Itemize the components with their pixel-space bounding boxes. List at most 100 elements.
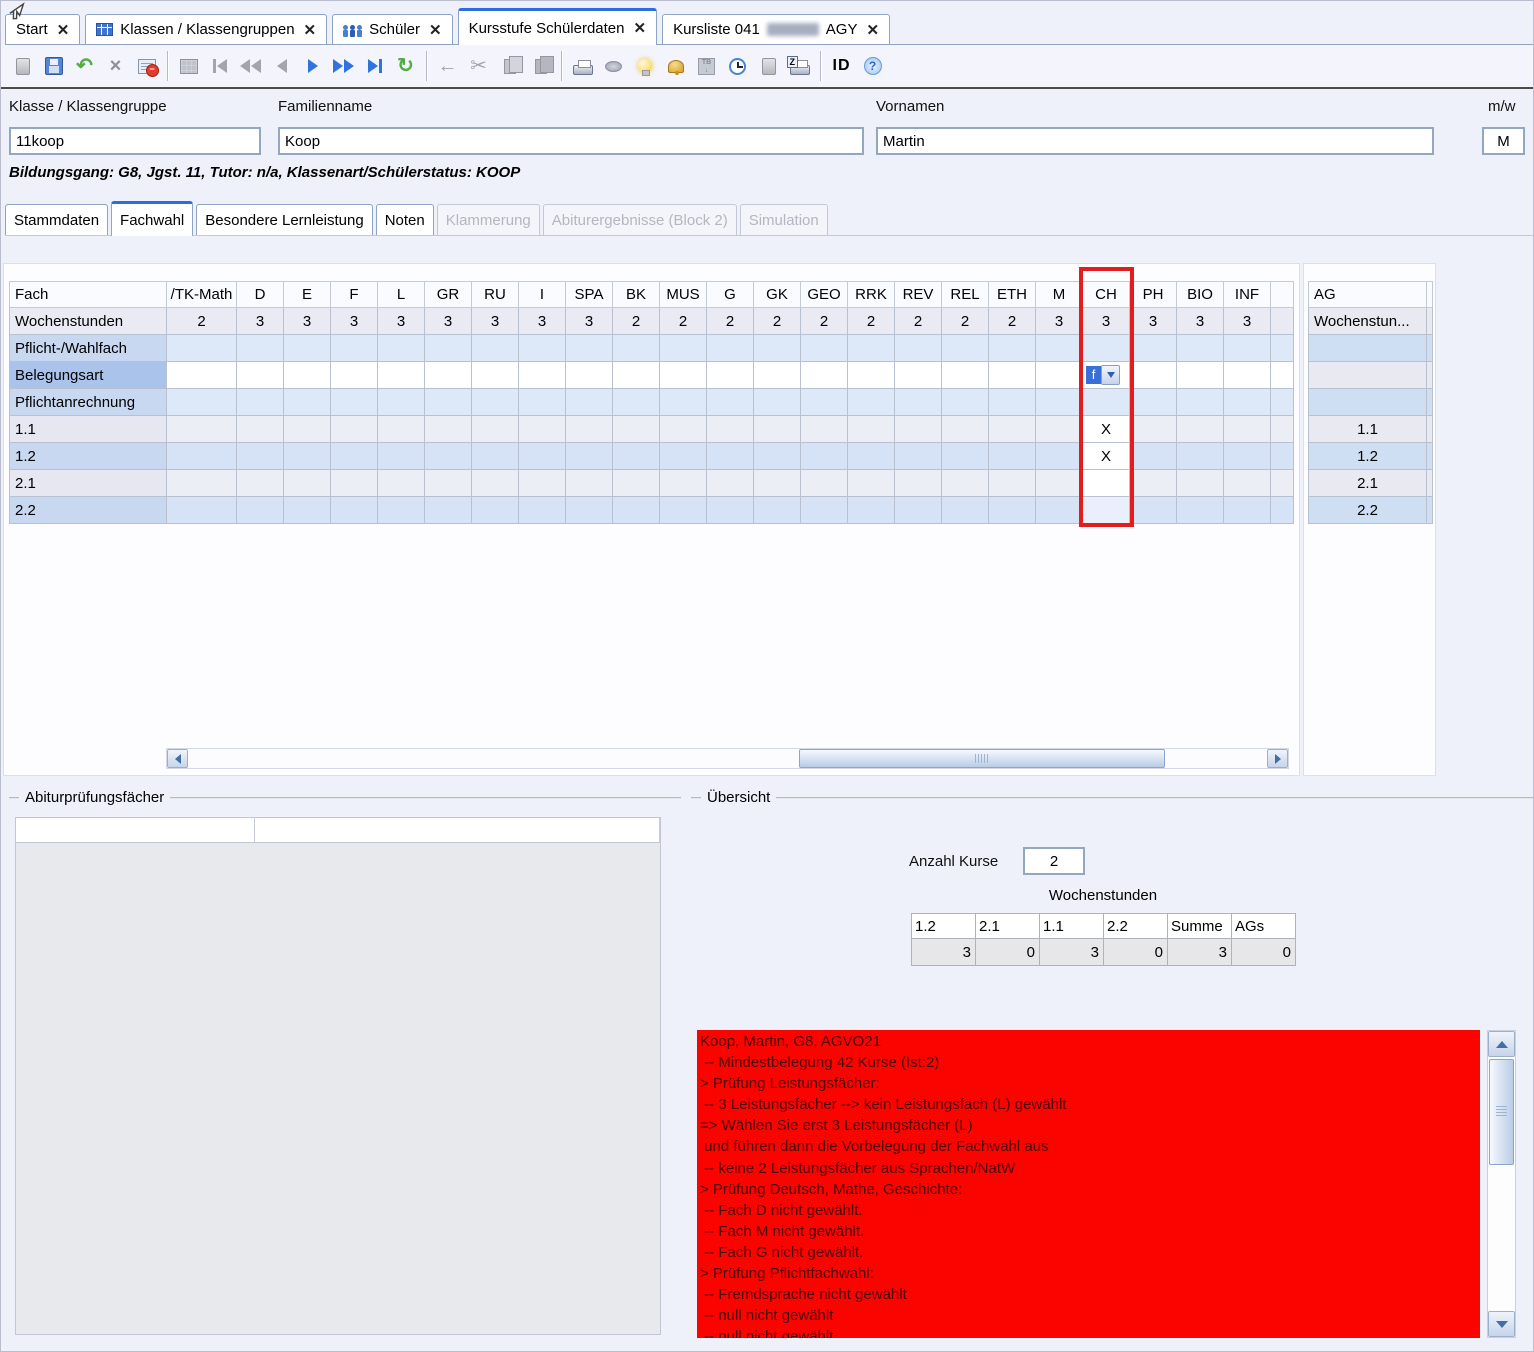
grid-cell[interactable] — [848, 362, 895, 389]
grid-cell[interactable] — [237, 497, 284, 524]
grid-cell[interactable]: 2 — [848, 308, 895, 335]
anzahl-kurse-value[interactable]: 2 — [1023, 847, 1085, 875]
grid-cell[interactable] — [707, 389, 754, 416]
ag-cell[interactable]: 2.2 — [1309, 497, 1427, 524]
grid-cell[interactable] — [707, 470, 754, 497]
grid-cell[interactable] — [660, 335, 707, 362]
column-header-d[interactable]: D — [237, 282, 284, 308]
grid-cell[interactable] — [1036, 362, 1083, 389]
grid-cell[interactable]: 3 — [472, 308, 519, 335]
grid-cell[interactable] — [331, 416, 378, 443]
grid-cell[interactable] — [1177, 335, 1224, 362]
grid-cell[interactable] — [425, 416, 472, 443]
row-label[interactable]: 2.1 — [10, 470, 167, 497]
grid-cell[interactable] — [848, 497, 895, 524]
combo-dropdown-button[interactable] — [1101, 365, 1120, 385]
grid-cell[interactable] — [1130, 362, 1177, 389]
grid-cell[interactable] — [331, 389, 378, 416]
grid-cell[interactable] — [989, 497, 1036, 524]
grid-cell[interactable] — [472, 470, 519, 497]
grid-cell[interactable] — [519, 335, 566, 362]
ag-cell[interactable] — [1309, 335, 1427, 362]
grid-cell[interactable] — [519, 416, 566, 443]
grid-cell[interactable] — [801, 497, 848, 524]
column-header-l[interactable]: L — [378, 282, 425, 308]
grid-cell[interactable] — [1177, 389, 1224, 416]
grid-cell[interactable] — [237, 362, 284, 389]
refresh-button[interactable]: ↻ — [390, 50, 421, 82]
grid-cell[interactable] — [425, 497, 472, 524]
grid-cell[interactable] — [519, 362, 566, 389]
grid-cell[interactable] — [1036, 443, 1083, 470]
grid-cell[interactable] — [942, 416, 989, 443]
column-header-f[interactable]: F — [331, 282, 378, 308]
mw-input[interactable]: M — [1482, 127, 1525, 155]
grid-cell[interactable] — [707, 497, 754, 524]
grid-cell[interactable] — [1177, 362, 1224, 389]
grid-cell[interactable] — [237, 389, 284, 416]
grid-cell[interactable] — [660, 470, 707, 497]
close-icon[interactable]: ✕ — [429, 21, 442, 39]
grid-cell[interactable] — [707, 362, 754, 389]
grid-cell[interactable]: 3 — [378, 308, 425, 335]
grid-cell[interactable] — [566, 362, 613, 389]
grid-cell[interactable] — [1224, 362, 1271, 389]
grid-cell[interactable]: 3 — [1083, 308, 1130, 335]
print-z-button[interactable] — [784, 50, 815, 82]
grid-cell[interactable] — [942, 362, 989, 389]
grid-cell[interactable] — [566, 497, 613, 524]
grid-cell[interactable] — [167, 416, 237, 443]
grid-cell[interactable] — [895, 389, 942, 416]
tab-kursstufe-schuelerdaten[interactable]: Kursstufe Schülerdaten ✕ — [458, 8, 658, 45]
scroll-left-button[interactable] — [167, 749, 188, 768]
grid-cell[interactable] — [331, 470, 378, 497]
grid-cell[interactable] — [284, 389, 331, 416]
grid-cell[interactable]: 3 — [519, 308, 566, 335]
grid-cell[interactable] — [989, 389, 1036, 416]
grid-cell[interactable] — [237, 470, 284, 497]
grid-cell[interactable] — [1224, 416, 1271, 443]
column-header-fach[interactable]: Fach — [10, 282, 167, 308]
column-header-g[interactable]: G — [707, 282, 754, 308]
hint-button[interactable] — [629, 50, 660, 82]
column-header-rel[interactable]: REL — [942, 282, 989, 308]
column-header-geo[interactable]: GEO — [801, 282, 848, 308]
horizontal-scrollbar[interactable] — [166, 748, 1289, 769]
grid-cell[interactable] — [1036, 416, 1083, 443]
grid-cell[interactable]: 3 — [1224, 308, 1271, 335]
scrollbar-thumb[interactable] — [1489, 1059, 1514, 1165]
grid-cell[interactable] — [707, 443, 754, 470]
grid-cell[interactable] — [754, 389, 801, 416]
grid-cell[interactable] — [1130, 497, 1177, 524]
column-header-inf[interactable]: INF — [1224, 282, 1271, 308]
grid-cell[interactable] — [1036, 389, 1083, 416]
tab-klassen-klassengruppen[interactable]: Klassen / Klassengruppen ✕ — [85, 14, 327, 44]
tab-kursliste[interactable]: Kursliste 041 AGY ✕ — [662, 14, 890, 44]
grid-cell[interactable] — [167, 470, 237, 497]
delete-button[interactable]: × — [100, 50, 131, 82]
grid-cell[interactable] — [754, 335, 801, 362]
grid-cell[interactable] — [707, 335, 754, 362]
grid-cell[interactable] — [754, 362, 801, 389]
column-header-rev[interactable]: REV — [895, 282, 942, 308]
grid-cell[interactable] — [1224, 389, 1271, 416]
grid-cell[interactable] — [425, 389, 472, 416]
grid-cell[interactable] — [801, 362, 848, 389]
ag-cell[interactable] — [1309, 389, 1427, 416]
ag-cell[interactable] — [1309, 362, 1427, 389]
print-button[interactable] — [567, 50, 598, 82]
grid-cell[interactable] — [942, 389, 989, 416]
tab-stammdaten[interactable]: Stammdaten — [5, 204, 108, 235]
grid-cell[interactable]: 2 — [167, 308, 237, 335]
grid-cell[interactable] — [519, 389, 566, 416]
grid-cell[interactable] — [613, 362, 660, 389]
grid-cell[interactable] — [754, 416, 801, 443]
column-header-gr[interactable]: GR — [425, 282, 472, 308]
ag-cell[interactable]: 1.2 — [1309, 443, 1427, 470]
grid-cell[interactable] — [613, 389, 660, 416]
column-header-e[interactable]: E — [284, 282, 331, 308]
ch-selection-cell-1.2[interactable]: X — [1083, 443, 1130, 470]
grid-cell[interactable] — [472, 362, 519, 389]
scroll-down-button[interactable] — [1488, 1311, 1515, 1337]
grid-cell[interactable] — [660, 416, 707, 443]
